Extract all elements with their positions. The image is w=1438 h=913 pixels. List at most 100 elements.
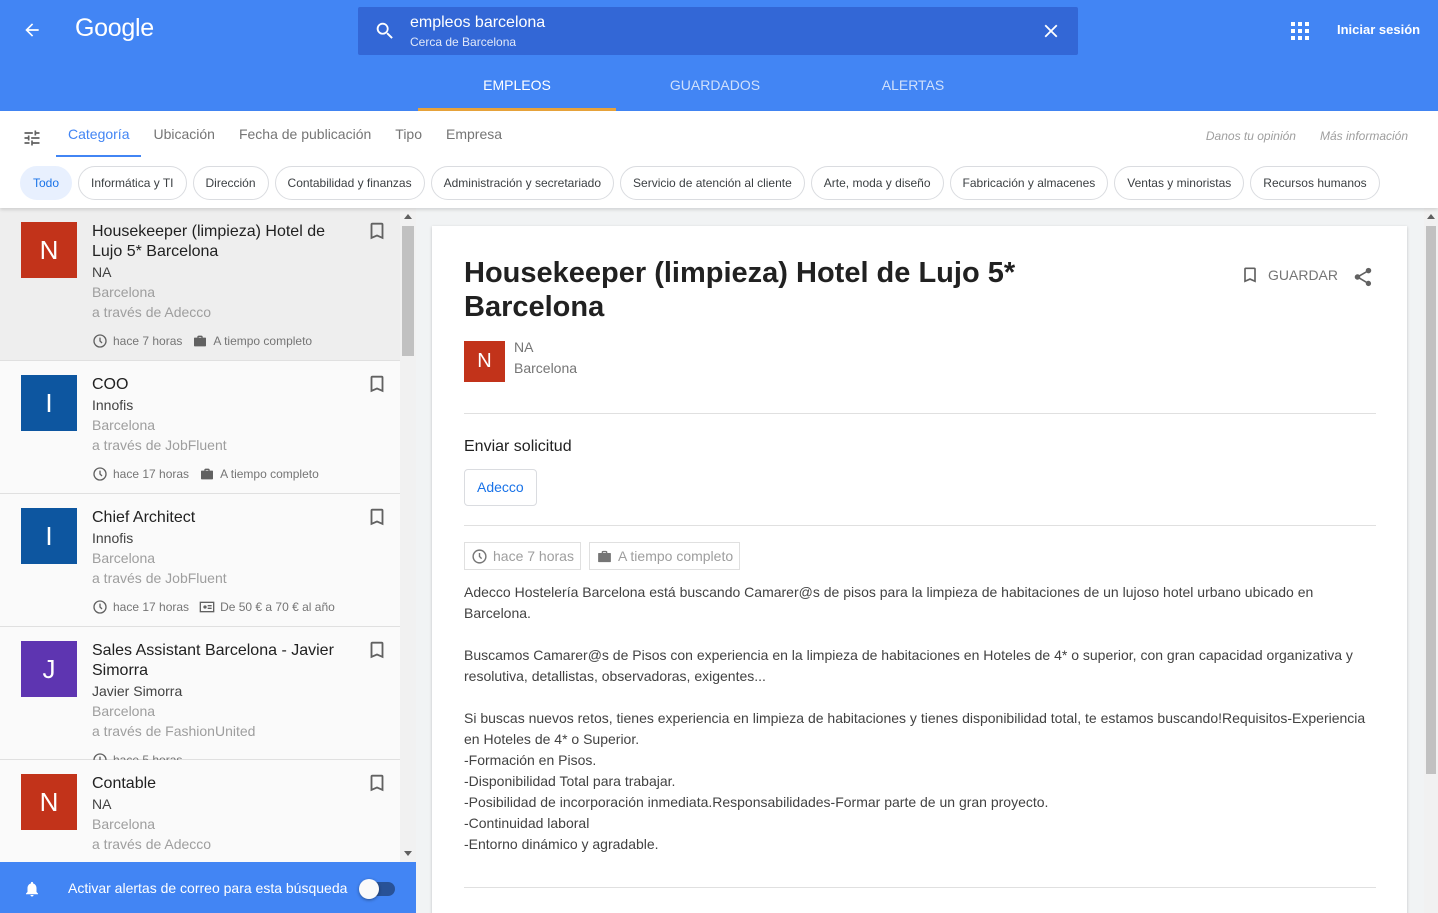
scroll-up-arrow[interactable] [404,214,412,219]
briefcase-icon [201,468,214,480]
toggle-knob [359,879,379,899]
back-button[interactable] [18,16,46,44]
job-location: Barcelona [92,816,156,832]
clock-icon [93,600,107,614]
job-tags: hace 7 horas A tiempo completo [92,333,322,349]
filter-tab-fecha[interactable]: Fecha de publicación [227,111,383,157]
share-icon[interactable] [1352,266,1374,288]
job-title: Chief Architect [92,509,196,526]
detail-location: Barcelona [514,360,578,376]
job-source: a través de JobFluent [92,570,227,586]
chip-administracion[interactable]: Administración y secretariado [430,166,615,200]
bookmark-icon[interactable] [366,373,388,395]
job-location: Barcelona [92,550,156,566]
filter-tab-ubicacion[interactable]: Ubicación [141,111,226,157]
scroll-down-arrow[interactable] [404,851,412,856]
job-list[interactable]: N Housekeeper (limpieza) Hotel de Lujo 5… [0,208,400,862]
job-tags: hace 17 horas A tiempo completo [92,466,329,482]
job-source: a través de JobFluent [92,437,227,453]
job-location: Barcelona [92,703,156,719]
job-type: A tiempo completo [220,467,319,481]
job-source: a través de Adecco [92,304,212,320]
search-location: Cerca de Barcelona [410,35,517,49]
job-title: Housekeeper (limpieza) Hotel de Lujo 5* … [92,223,325,260]
job-title: Sales Assistant Barcelona - Javier Simor… [92,642,334,679]
save-job-button[interactable]: GUARDAR [1240,264,1338,286]
posted-time: hace 17 horas [113,600,190,614]
job-list-item[interactable]: J Sales Assistant Barcelona - Javier Sim… [0,627,400,767]
chip-direccion[interactable]: Dirección [192,166,269,200]
chip-informatica[interactable]: Informática y TI [78,166,187,200]
bookmark-icon[interactable] [366,220,388,242]
email-alert-toggle[interactable] [359,879,397,899]
job-list-item[interactable]: I Chief Architect Innofis Barcelona a tr… [0,494,400,627]
divider [464,413,1376,414]
bookmark-icon [1244,267,1256,283]
job-type: A tiempo completo [213,334,313,348]
job-company: NA [92,796,112,812]
close-icon[interactable] [1040,20,1062,42]
bookmark-icon[interactable] [366,506,388,528]
tab-alertas[interactable]: ALERTAS [814,60,1012,111]
posted-time-tag: hace 7 horas [92,333,182,349]
chip-contabilidad[interactable]: Contabilidad y finanzas [274,166,425,200]
posted-time: hace 17 horas [113,467,190,481]
clock-icon [472,548,487,564]
job-list-item[interactable]: N Contable NA Barcelona a través de Adec… [0,760,400,862]
company-avatar: J [21,641,77,697]
job-company: NA [92,264,112,280]
job-list-item[interactable]: I COO Innofis Barcelona a través de JobF… [0,361,400,494]
bookmark-icon[interactable] [366,639,388,661]
job-type-tag: A tiempo completo [192,333,312,349]
job-type-tag: A tiempo completo [588,542,741,570]
chip-arte-moda[interactable]: Arte, moda y diseño [810,166,944,200]
detail-scrollbar[interactable] [1424,208,1438,913]
email-alert-label: Activar alertas de correo para esta búsq… [68,880,348,896]
company-avatar: I [21,508,77,564]
more-info-link[interactable]: Más información [1320,129,1408,143]
google-logo[interactable]: Google [75,14,154,43]
posted-time-tag: hace 17 horas [92,599,189,615]
bell-icon [26,881,38,897]
scrollbar-thumb[interactable] [402,226,414,356]
chip-fabricacion[interactable]: Fabricación y almacenes [949,166,1109,200]
job-company: Innofis [92,397,134,413]
job-title: COO [92,376,129,393]
feedback-link[interactable]: Danos tu opinión [1206,129,1296,143]
chip-atencion-cliente[interactable]: Servicio de atención al cliente [620,166,805,200]
bookmark-icon[interactable] [366,772,388,794]
tab-empleos[interactable]: EMPLEOS [418,60,616,111]
filter-tab-tipo[interactable]: Tipo [383,111,434,157]
apply-option-button[interactable]: Adecco [464,469,537,506]
filter-tab-empresa[interactable]: Empresa [434,111,514,157]
detail-job-title: Housekeeper (limpieza) Hotel de Lujo 5* … [464,257,1016,323]
search-query[interactable]: empleos barcelona [410,14,545,32]
chip-recursos-humanos[interactable]: Recursos humanos [1250,166,1380,200]
tab-guardados[interactable]: GUARDADOS [616,60,814,111]
divider [464,887,1376,888]
category-chips: Todo Informática y TI Dirección Contabil… [20,166,1380,200]
divider [464,525,1376,526]
job-detail-panel: Housekeeper (limpieza) Hotel de Lujo 5* … [432,226,1407,913]
chip-ventas[interactable]: Ventas y minoristas [1114,166,1245,200]
signin-button[interactable]: Iniciar sesión [1327,16,1430,44]
posted-time-tag: hace 7 horas [464,542,581,570]
arrow-back-icon [25,23,39,37]
search-box[interactable]: empleos barcelona Cerca de Barcelona [358,7,1078,55]
filter-links: Danos tu opinión Más información [1206,129,1408,143]
briefcase-icon [598,550,611,562]
company-avatar: N [21,774,77,830]
scrollbar-thumb[interactable] [1426,226,1436,774]
chip-todo[interactable]: Todo [20,166,73,200]
job-tags: hace 17 horas De 50 € a 70 € al año [92,599,345,615]
tune-icon[interactable] [22,128,42,148]
job-list-item[interactable]: N Housekeeper (limpieza) Hotel de Lujo 5… [0,208,400,361]
posted-time: hace 7 horas [113,334,183,348]
job-list-scrollbar[interactable] [400,208,416,862]
company-avatar: N [464,341,505,382]
scroll-up-arrow[interactable] [1427,214,1435,219]
posted-time-tag: hace 17 horas [92,466,189,482]
filter-tab-categoria[interactable]: Categoría [56,111,142,157]
apps-grid-icon[interactable] [1291,22,1309,40]
job-type: A tiempo completo [617,548,734,564]
